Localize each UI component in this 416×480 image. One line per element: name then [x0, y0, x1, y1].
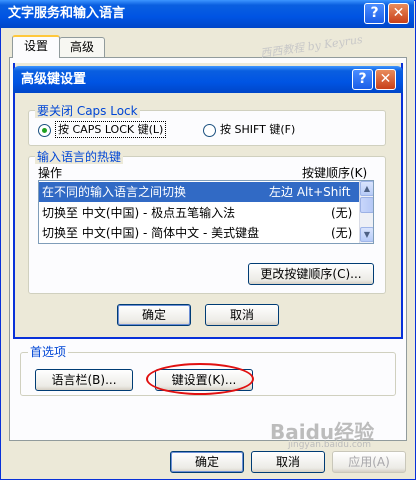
list-item-action: 切换至 中文(中国) - 极点五笔输入法	[42, 206, 236, 220]
caps-lock-radio[interactable]	[38, 124, 51, 137]
column-header-sequence: 按键顺序(K)	[302, 166, 368, 180]
list-item[interactable]: 切换至 中文(中国) - 极点五笔输入法 (无)	[39, 203, 359, 223]
list-item-sequence: (无)	[331, 226, 353, 240]
language-bar-button[interactable]: 语言栏(B)...	[35, 369, 133, 391]
scroll-up-icon[interactable]: ▲	[360, 181, 373, 196]
highlight-ellipse	[146, 363, 254, 395]
shift-radio[interactable]	[203, 124, 216, 137]
outer-title-bar[interactable]: 文字服务和输入语言	[0, 0, 414, 28]
tab-settings-label: 设置	[23, 39, 48, 53]
close-icon: ✕	[379, 71, 392, 87]
list-item[interactable]: 在不同的输入语言之间切换 左边 Alt+Shift	[39, 182, 359, 202]
preferences-group-title: 首选项	[28, 345, 69, 359]
hotkey-list[interactable]: 在不同的输入语言之间切换 左边 Alt+Shift 切换至 中文(中国) - 极…	[38, 180, 374, 244]
scroll-thumb[interactable]	[360, 197, 373, 213]
tab-settings[interactable]: 设置	[12, 35, 60, 58]
inner-ok-button[interactable]: 确定	[117, 304, 191, 326]
tab-advanced[interactable]: 高级	[59, 37, 105, 57]
shift-option-label[interactable]: 按 SHIFT 键(F)	[220, 122, 295, 137]
list-item[interactable]: 切换至 中文(中国) - 简体中文 - 美式键盘 (无)	[39, 223, 359, 243]
inner-dialog-title: 高级键设置	[21, 72, 87, 87]
change-key-sequence-button[interactable]: 更改按键顺序(C)...	[248, 263, 374, 285]
inner-title-bar[interactable]: 高级键设置	[13, 66, 403, 93]
apply-button[interactable]: 应用(A)	[332, 451, 406, 473]
column-header-action: 操作	[38, 166, 63, 180]
outer-cancel-button[interactable]: 取消	[251, 451, 325, 473]
outer-window-title: 文字服务和输入语言	[8, 6, 126, 21]
caps-lock-option-label[interactable]: 按 CAPS LOCK 键(L)	[55, 121, 167, 138]
tab-advanced-label: 高级	[69, 40, 94, 54]
outer-ok-button[interactable]: 确定	[170, 451, 244, 473]
inner-close-button[interactable]: ✕	[375, 69, 396, 90]
baidu-url: jingyan.baidu.com	[288, 440, 372, 450]
outer-help-button[interactable]: ?	[364, 3, 385, 24]
list-item-action: 切换至 中文(中国) - 简体中文 - 美式键盘	[42, 226, 260, 240]
scroll-down-icon[interactable]: ▼	[360, 227, 373, 242]
list-item-sequence: (无)	[331, 206, 353, 220]
close-icon: ✕	[392, 5, 405, 21]
list-scrollbar[interactable]: ▲ ▼	[359, 181, 373, 243]
inner-cancel-button[interactable]: 取消	[205, 304, 279, 326]
list-item-action: 在不同的输入语言之间切换	[42, 185, 187, 199]
help-icon: ?	[370, 5, 379, 21]
hotkey-group-title: 输入语言的热键	[35, 150, 124, 164]
help-icon: ?	[358, 71, 367, 87]
outer-close-button[interactable]: ✕	[388, 3, 409, 24]
list-item-sequence: 左边 Alt+Shift	[269, 185, 351, 199]
inner-help-button[interactable]: ?	[352, 69, 373, 90]
caps-lock-group-title: 要关闭 Caps Lock	[35, 104, 140, 118]
